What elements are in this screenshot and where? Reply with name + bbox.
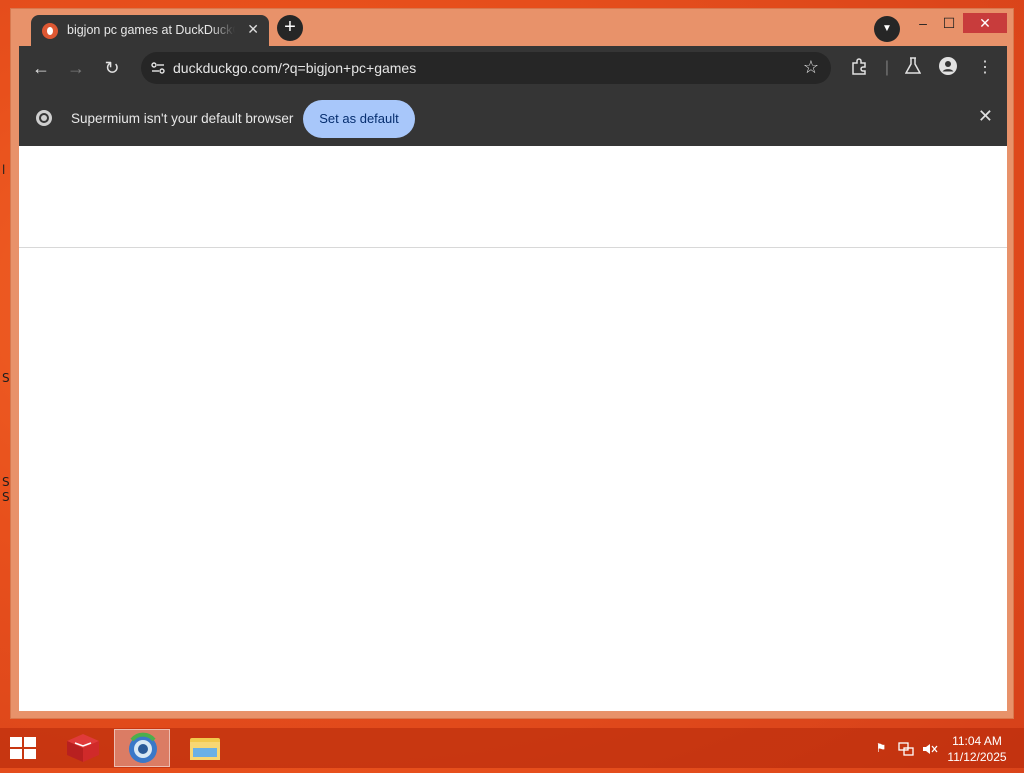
browser-window: bigjon pc games at DuckDuckGo ✕ + ▼ – ☐ … [10, 8, 1014, 719]
tab-active[interactable]: bigjon pc games at DuckDuckGo ✕ [31, 15, 269, 47]
infobar-message: Supermium isn't your default browser [71, 111, 294, 126]
star-icon[interactable]: ☆ [803, 57, 819, 78]
back-arrow-icon[interactable]: ← [30, 57, 52, 79]
duckduckgo-icon [42, 23, 58, 39]
chevron-down-icon[interactable]: ▼ [874, 16, 900, 42]
default-browser-infobar: Supermium isn't your default browser Set… [19, 90, 1007, 146]
person-icon[interactable] [937, 57, 959, 79]
tab-title: bigjon pc games at DuckDuckGo [67, 23, 235, 37]
windows-logo-icon[interactable] [10, 737, 38, 761]
flag-icon[interactable]: ⚑ [873, 741, 889, 757]
supermium-browser-icon[interactable] [114, 729, 170, 767]
volume-muted-icon[interactable] [922, 741, 938, 757]
maximize-button[interactable]: ☐ [937, 13, 961, 33]
taskbar: ⚑ 11:04 AM 11/12/2025 [0, 728, 1024, 768]
system-clock[interactable]: 11:04 AM 11/12/2025 [947, 733, 1007, 765]
close-icon[interactable]: ✕ [247, 21, 259, 38]
reload-icon[interactable]: ↻ [101, 57, 123, 79]
browser-logo-icon [36, 110, 52, 126]
page-content[interactable] [19, 146, 1007, 711]
minimize-button[interactable]: – [911, 13, 935, 33]
desktop-icon-label-fragment: S [2, 475, 10, 489]
flask-icon[interactable] [902, 57, 924, 79]
header-divider [19, 247, 1007, 248]
desktop-icon-label-fragment: l [2, 163, 6, 177]
clock-date: 11/12/2025 [947, 750, 1007, 764]
browser-toolbar: ← → ↻ duckduckgo.com/?q=bigjon+pc+games … [19, 46, 1007, 90]
puzzle-icon[interactable] [848, 57, 870, 79]
url-text[interactable]: duckduckgo.com/?q=bigjon+pc+games [173, 60, 416, 76]
close-icon[interactable]: ✕ [978, 106, 993, 127]
plus-icon[interactable]: + [277, 15, 303, 41]
clock-time: 11:04 AM [952, 734, 1002, 748]
package-app-icon[interactable] [55, 729, 111, 767]
toolbar-separator: | [884, 59, 890, 76]
set-as-default-button[interactable]: Set as default [303, 100, 415, 138]
close-window-button[interactable]: ✕ [963, 13, 1007, 33]
network-icon[interactable] [898, 741, 914, 757]
forward-arrow-icon[interactable]: → [65, 57, 87, 79]
file-explorer-icon[interactable] [177, 729, 233, 767]
kebab-menu-icon[interactable]: ⋮ [974, 57, 996, 79]
tab-strip: bigjon pc games at DuckDuckGo ✕ + ▼ – ☐ … [11, 9, 1013, 47]
address-bar[interactable]: duckduckgo.com/?q=bigjon+pc+games ☆ [141, 52, 831, 84]
desktop-icon-label-fragment: S [2, 490, 10, 504]
site-info-icon[interactable] [151, 61, 165, 75]
desktop-icon-label-fragment: S [2, 371, 10, 385]
